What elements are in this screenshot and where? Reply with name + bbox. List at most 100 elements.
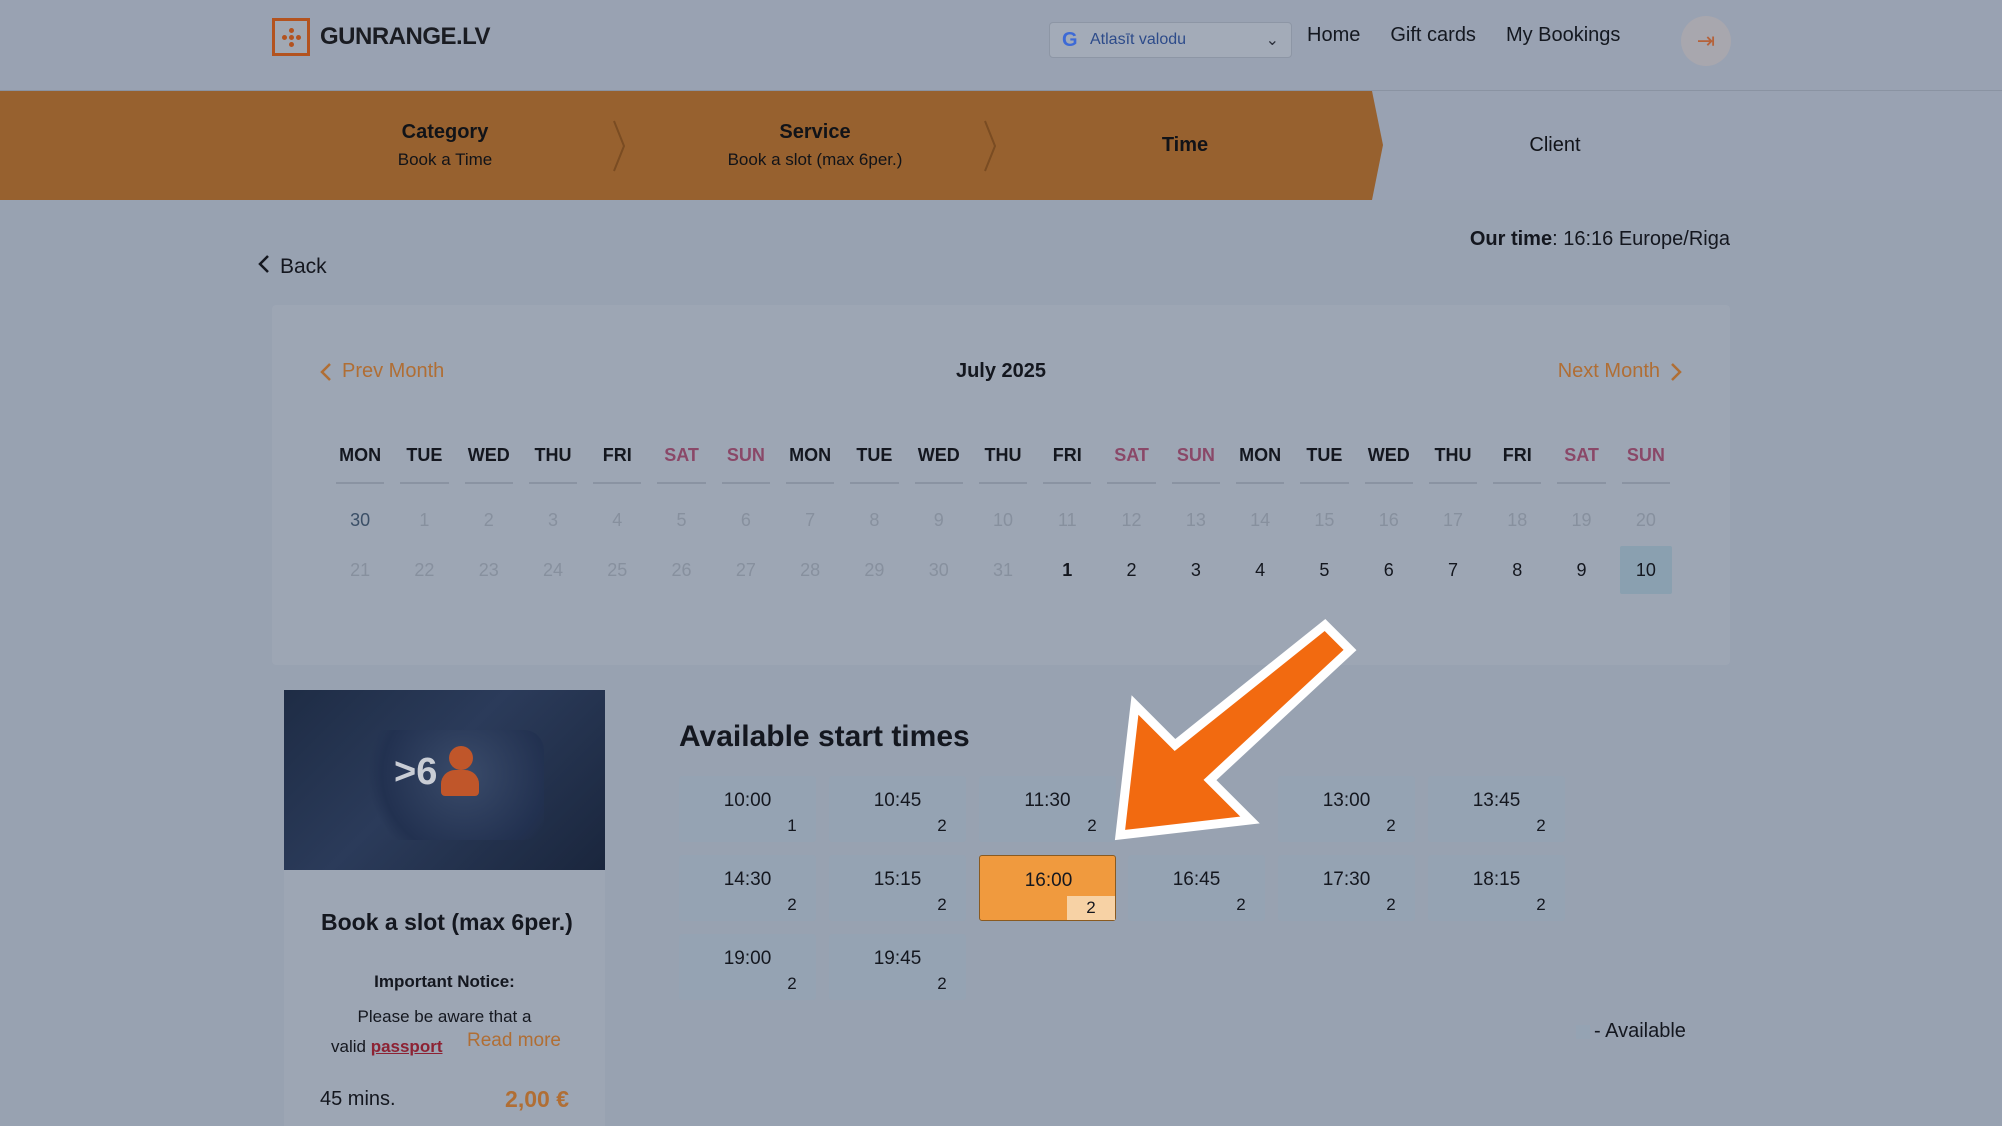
time-slot[interactable]: 13:45 2 xyxy=(1428,776,1565,842)
step-subtitle: Book a Time xyxy=(397,150,493,169)
nav-home[interactable]: Home xyxy=(1307,24,1360,47)
calendar-day-selected[interactable]: 10 xyxy=(1619,546,1672,594)
time-slot-count: 2 xyxy=(1386,816,1396,835)
calendar-day[interactable]: 1 xyxy=(1035,546,1099,594)
time-slot[interactable]: 19:45 2 xyxy=(829,934,966,1000)
calendar-day: 25 xyxy=(607,560,628,580)
nav-gift-cards[interactable]: Gift cards xyxy=(1390,24,1476,47)
time-slot-time: 16:45 xyxy=(1172,869,1221,890)
calendar: Prev Month July 2025 Next Month MON TUE WE… xyxy=(272,305,1730,665)
step-category[interactable]: Category Book a Time xyxy=(290,91,600,200)
calendar-day[interactable]: 5 xyxy=(1292,546,1356,594)
time-slot-count: 2 xyxy=(1536,816,1546,835)
service-card: >6 Book a slot (max 6per.) Important Not… xyxy=(284,690,605,1126)
weekday-label: MON xyxy=(778,445,842,484)
calendar-day: 17 xyxy=(1442,510,1463,530)
time-slot-time: 16:00 xyxy=(1024,870,1073,891)
service-duration: 45 mins. xyxy=(320,1088,396,1110)
time-slot-count: 1 xyxy=(787,816,797,835)
our-time: Our time: 16:16 Europe/Riga xyxy=(1470,228,1730,251)
calendar-day: 20 xyxy=(1635,510,1656,530)
calendar-day: 30 xyxy=(350,510,371,530)
weekday-label: SUN xyxy=(1614,445,1678,484)
weekday-label: FRI xyxy=(1035,445,1099,484)
time-slot-time: 14:30 xyxy=(723,869,772,890)
step-separator-icon xyxy=(983,119,997,173)
step-title: Client xyxy=(1529,134,1581,156)
weekday-label: THU xyxy=(971,445,1035,484)
time-slot[interactable]: 11:30 2 xyxy=(979,776,1116,842)
read-more-link[interactable]: Read more xyxy=(467,1030,561,1052)
time-slot[interactable]: 19:00 2 xyxy=(679,934,816,1000)
calendar-day[interactable]: 8 xyxy=(1485,546,1549,594)
time-slot[interactable]: 10:00 1 xyxy=(679,776,816,842)
times-heading: Available start times xyxy=(679,720,970,753)
calendar-day: 28 xyxy=(800,560,821,580)
calendar-day: 12 xyxy=(1121,510,1142,530)
time-slot[interactable]: 14:30 2 xyxy=(679,855,816,921)
step-time[interactable]: Time xyxy=(1030,91,1340,200)
time-slot[interactable]: 16:45 2 xyxy=(1128,855,1265,921)
legend-swatch xyxy=(1576,1024,1590,1039)
language-select[interactable]: G Atlasīt valodu ⌄ xyxy=(1049,22,1292,58)
weekday-label: MON xyxy=(328,445,392,484)
calendar-month-title: July 2025 xyxy=(955,360,1047,382)
calendar-day: 3 xyxy=(547,510,558,530)
calendar-day[interactable]: 4 xyxy=(1228,546,1292,594)
legend-label: - Available xyxy=(1594,1020,1686,1042)
step-title: Service xyxy=(779,121,851,143)
step-title: Category xyxy=(401,121,489,143)
language-select-label: Atlasīt valodu xyxy=(1090,31,1187,48)
time-slot-count: 2 xyxy=(1536,895,1546,914)
calendar-day: 27 xyxy=(735,560,756,580)
calendar-day: 29 xyxy=(864,560,885,580)
back-button[interactable]: Back xyxy=(258,254,327,280)
weekday-label: SAT xyxy=(649,445,713,484)
calendar-day: 8 xyxy=(869,510,880,530)
calendar-day[interactable]: 6 xyxy=(1357,546,1421,594)
calendar-day: 1 xyxy=(419,510,430,530)
calendar-day: 13 xyxy=(1185,510,1206,530)
time-slot[interactable]: 17:30 2 xyxy=(1278,855,1415,921)
logo[interactable]: GUNRANGE.LV xyxy=(272,18,491,56)
calendar-day: 23 xyxy=(478,560,499,580)
time-slot-time: 19:00 xyxy=(723,948,772,969)
calendar-day[interactable]: 9 xyxy=(1549,546,1613,594)
calendar-day[interactable]: 7 xyxy=(1421,546,1485,594)
login-button[interactable]: ⇥ xyxy=(1681,16,1731,66)
time-slot-time: 18:15 xyxy=(1472,869,1521,890)
calendar-day[interactable]: 2 xyxy=(1099,546,1163,594)
calendar-day: 22 xyxy=(414,560,435,580)
time-slot-selected[interactable]: 16:00 2 xyxy=(979,855,1116,921)
time-slot-count: 2 xyxy=(787,974,797,993)
weekday-label: SAT xyxy=(1549,445,1613,484)
step-subtitle: Book a slot (max 6per.) xyxy=(727,150,903,169)
time-slot[interactable]: 15:15 2 xyxy=(829,855,966,921)
nav-my-bookings[interactable]: My Bookings xyxy=(1506,24,1621,47)
group-size-label: >6 xyxy=(394,750,438,793)
time-slot[interactable]: 18:15 2 xyxy=(1428,855,1565,921)
notice-line: valid xyxy=(331,1037,371,1056)
our-time-value: : 16:16 Europe/Riga xyxy=(1552,228,1730,250)
back-label: Back xyxy=(280,255,327,278)
time-slot-time: 19:45 xyxy=(873,948,922,969)
weekday-label: SUN xyxy=(1164,445,1228,484)
time-slot-time: 17:30 xyxy=(1322,869,1371,890)
step-service[interactable]: Service Book a slot (max 6per.) xyxy=(660,91,970,200)
step-separator-icon xyxy=(612,119,626,173)
group-size-badge: >6 xyxy=(394,742,480,802)
annotation-arrow-icon xyxy=(1114,618,1357,841)
time-slot-count: 2 xyxy=(937,895,947,914)
calendar-day[interactable]: 3 xyxy=(1164,546,1228,594)
next-month-button[interactable]: Next Month xyxy=(1558,360,1682,383)
weekday-label: WED xyxy=(907,445,971,484)
time-slot[interactable]: 10:45 2 xyxy=(829,776,966,842)
calendar-day: 31 xyxy=(992,560,1013,580)
login-icon: ⇥ xyxy=(1696,28,1716,53)
step-client[interactable]: Client xyxy=(1400,91,1710,200)
time-slot-time: 10:00 xyxy=(723,790,772,811)
time-slot-count: 2 xyxy=(1236,895,1246,914)
logo-text: GUNRANGE.LV xyxy=(320,23,491,50)
calendar-day: 26 xyxy=(671,560,692,580)
passport-link[interactable]: passport xyxy=(371,1037,443,1056)
